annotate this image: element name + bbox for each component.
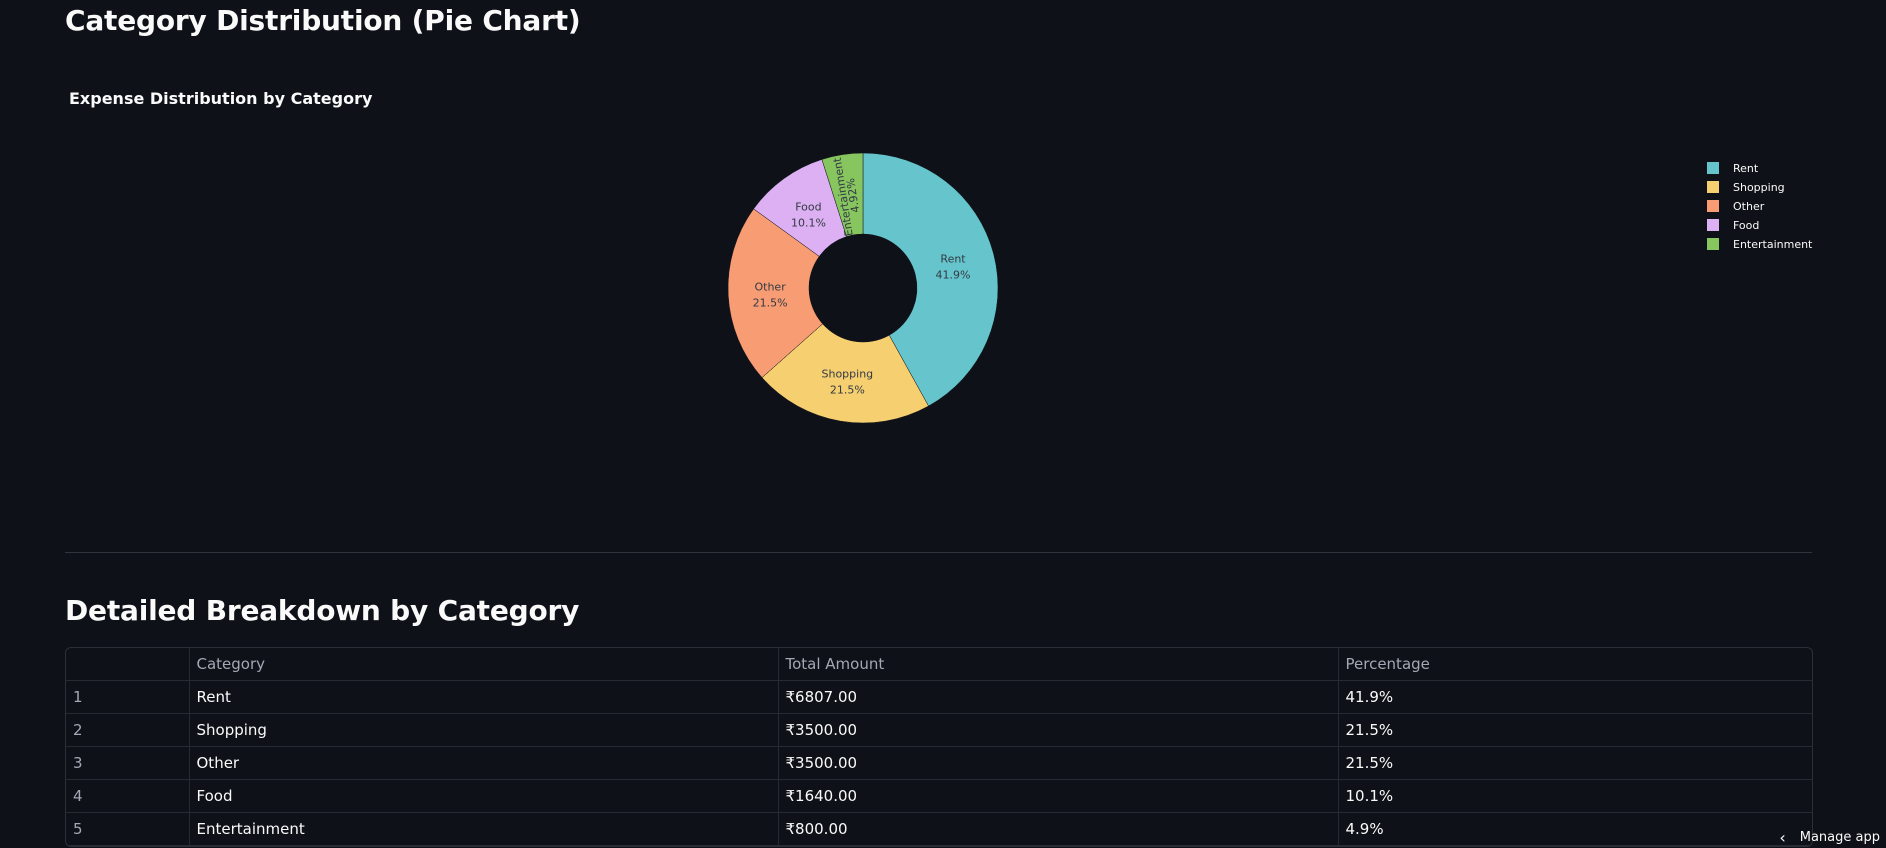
percentage-cell[interactable]: 21.5% bbox=[1338, 746, 1812, 780]
legend-label: Other bbox=[1733, 200, 1765, 213]
column-header-index[interactable] bbox=[66, 648, 190, 681]
total-amount-cell[interactable]: ₹3500.00 bbox=[778, 746, 1339, 780]
legend-label: Entertainment bbox=[1733, 238, 1813, 251]
table-header-row: Category Total Amount Percentage bbox=[66, 648, 1812, 681]
column-header-percentage[interactable]: Percentage bbox=[1338, 648, 1812, 681]
category-cell[interactable]: Shopping bbox=[189, 713, 779, 747]
row-index[interactable]: 3 bbox=[66, 746, 190, 780]
manage-app-button[interactable]: ‹ Manage app bbox=[1779, 826, 1880, 848]
percentage-cell[interactable]: 4.9% bbox=[1338, 812, 1812, 846]
chevron-left-icon: ‹ bbox=[1779, 827, 1786, 847]
row-index[interactable]: 5 bbox=[66, 812, 190, 846]
legend-swatch bbox=[1707, 162, 1719, 174]
row-index[interactable]: 1 bbox=[66, 680, 190, 714]
legend-item-other[interactable]: Other bbox=[1707, 200, 1765, 213]
column-header-category[interactable]: Category bbox=[189, 648, 779, 681]
column-header-total-amount[interactable]: Total Amount bbox=[778, 648, 1339, 681]
legend-swatch bbox=[1707, 238, 1719, 250]
category-table[interactable]: Category Total Amount Percentage 1 Rent … bbox=[65, 647, 1813, 847]
legend-item-rent[interactable]: Rent bbox=[1707, 162, 1759, 175]
table-row: 3 Other ₹3500.00 21.5% bbox=[66, 746, 1812, 780]
total-amount-cell[interactable]: ₹6807.00 bbox=[778, 680, 1339, 714]
legend-swatch bbox=[1707, 219, 1719, 231]
category-cell[interactable]: Other bbox=[189, 746, 779, 780]
legend-item-entertainment[interactable]: Entertainment bbox=[1707, 238, 1813, 251]
total-amount-cell[interactable]: ₹1640.00 bbox=[778, 779, 1339, 813]
table-row: 2 Shopping ₹3500.00 21.5% bbox=[66, 713, 1812, 747]
category-cell[interactable]: Rent bbox=[189, 680, 779, 714]
percentage-cell[interactable]: 21.5% bbox=[1338, 713, 1812, 747]
section-divider bbox=[65, 552, 1812, 553]
legend-swatch bbox=[1707, 200, 1719, 212]
legend-label: Shopping bbox=[1733, 181, 1785, 194]
legend-swatch bbox=[1707, 181, 1719, 193]
table-row: 5 Entertainment ₹800.00 4.9% bbox=[66, 812, 1812, 846]
legend-label: Rent bbox=[1733, 162, 1759, 175]
row-index[interactable]: 2 bbox=[66, 713, 190, 747]
category-cell[interactable]: Food bbox=[189, 779, 779, 813]
chart-title: Expense Distribution by Category bbox=[69, 89, 373, 108]
legend-item-food[interactable]: Food bbox=[1707, 219, 1759, 232]
table-row: 1 Rent ₹6807.00 41.9% bbox=[66, 680, 1812, 714]
legend-item-shopping[interactable]: Shopping bbox=[1707, 181, 1785, 194]
total-amount-cell[interactable]: ₹3500.00 bbox=[778, 713, 1339, 747]
total-amount-cell[interactable]: ₹800.00 bbox=[778, 812, 1339, 846]
table-section-heading: Detailed Breakdown by Category bbox=[65, 594, 580, 627]
percentage-cell[interactable]: 41.9% bbox=[1338, 680, 1812, 714]
pie-chart: Expense Distribution by Category Rent 41.… bbox=[69, 89, 1813, 424]
table-row: 4 Food ₹1640.00 10.1% bbox=[66, 779, 1812, 813]
percentage-cell[interactable]: 10.1% bbox=[1338, 779, 1812, 813]
manage-app-label: Manage app bbox=[1799, 829, 1880, 845]
row-index[interactable]: 4 bbox=[66, 779, 190, 813]
legend-label: Food bbox=[1733, 219, 1759, 232]
category-cell[interactable]: Entertainment bbox=[189, 812, 779, 846]
